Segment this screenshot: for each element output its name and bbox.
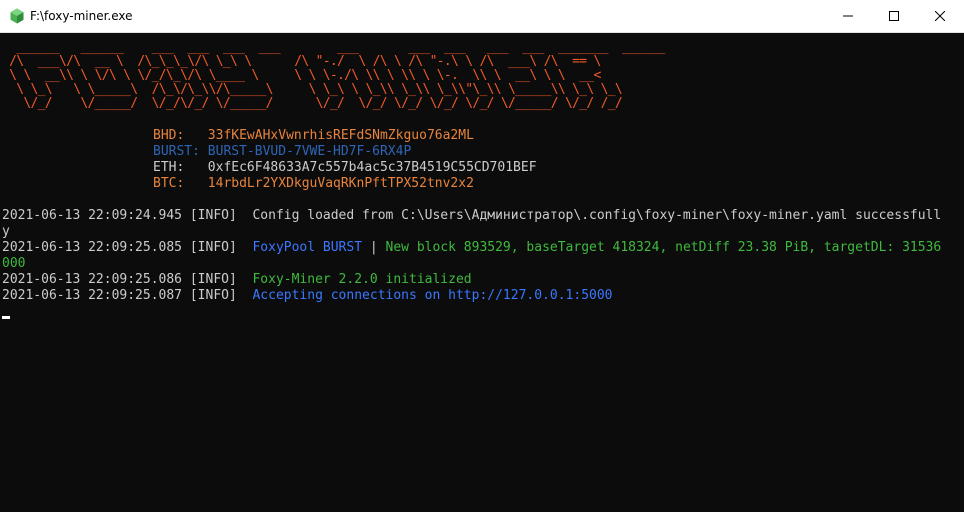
address-line-bhd: BHD: 33fKEwAHxVwnrhisREFdSNmZkguo76a2ML [153, 128, 474, 144]
log-message-wrap: 000 [2, 256, 26, 271]
window-title: F:\foxy-miner.exe [30, 9, 133, 23]
address-value: 33fKEwAHxVwnrhisREFdSNmZkguo76a2ML [207, 128, 474, 143]
log-line: 2021-06-13 22:09:25.085 [INFO] FoxyPool … [2, 240, 941, 256]
log-line: 2021-06-13 22:09:24.945 [INFO] Config lo… [2, 208, 941, 224]
console-output[interactable]: ______ ______ ___ ___ ___ ___ ___ ___ __… [0, 33, 964, 512]
log-line-wrap: 000 [2, 256, 25, 272]
log-line: 2021-06-13 22:09:25.086 [INFO] Foxy-Mine… [2, 272, 472, 288]
address-value: BURST-BVUD-7VWE-HD7F-6RX4P [207, 144, 412, 159]
log-message-wrap: y [2, 224, 10, 239]
address-line-burst: BURST: BURST-BVUD-7VWE-HD7F-6RX4P [153, 144, 411, 160]
log-message: Foxy-Miner 2.2.0 initialized [252, 272, 472, 287]
log-line-wrap: y [2, 224, 10, 240]
log-level: [INFO] [189, 208, 237, 223]
address-label: BURST: [153, 144, 200, 159]
close-button[interactable] [917, 0, 963, 32]
address-line-btc: BTC: 14rbdLr2YXDkguVaqRKnPftTPX52tnv2x2 [153, 176, 474, 192]
minimize-button[interactable] [825, 0, 871, 32]
log-message: Accepting connections on http://127.0.0.… [252, 288, 613, 303]
close-icon [935, 11, 945, 21]
log-line: 2021-06-13 22:09:25.087 [INFO] Accepting… [2, 288, 613, 304]
address-line-eth: ETH: 0xfEc6F48633A7c557b4ac5c37B4519C55C… [153, 160, 537, 176]
address-label: ETH: [153, 160, 185, 175]
maximize-icon [889, 11, 899, 21]
log-level: [INFO] [189, 288, 237, 303]
foxy-miner-ascii-banner: ______ ______ ___ ___ ___ ___ ___ ___ __… [9, 40, 665, 111]
address-value: 0xfEc6F48633A7c557b4ac5c37B4519C55CD701B… [207, 160, 537, 175]
maximize-button[interactable] [871, 0, 917, 32]
log-timestamp: 2021-06-13 22:09:25.086 [2, 272, 183, 287]
address-value: 14rbdLr2YXDkguVaqRKnPftTPX52tnv2x2 [207, 176, 474, 191]
console-window: F:\foxy-miner.exe ______ ______ ___ ___ … [0, 0, 964, 512]
log-message: Config loaded from C:\Users\Администрато… [252, 208, 942, 223]
log-pool: FoxyPool BURST [252, 240, 363, 255]
log-timestamp: 2021-06-13 22:09:24.945 [2, 208, 183, 223]
address-label: BTC: [153, 176, 185, 191]
address-label: BHD: [153, 128, 185, 143]
log-level: [INFO] [189, 240, 237, 255]
minimize-icon [843, 15, 853, 17]
log-timestamp: 2021-06-13 22:09:25.087 [2, 288, 183, 303]
log-level: [INFO] [189, 272, 237, 287]
title-bar[interactable]: F:\foxy-miner.exe [0, 0, 964, 33]
log-timestamp: 2021-06-13 22:09:25.085 [2, 240, 183, 255]
log-message: New block 893529, baseTarget 418324, net… [385, 240, 942, 255]
hexagon-app-icon [10, 8, 24, 24]
log-separator: | [369, 240, 378, 255]
text-cursor [2, 316, 10, 319]
